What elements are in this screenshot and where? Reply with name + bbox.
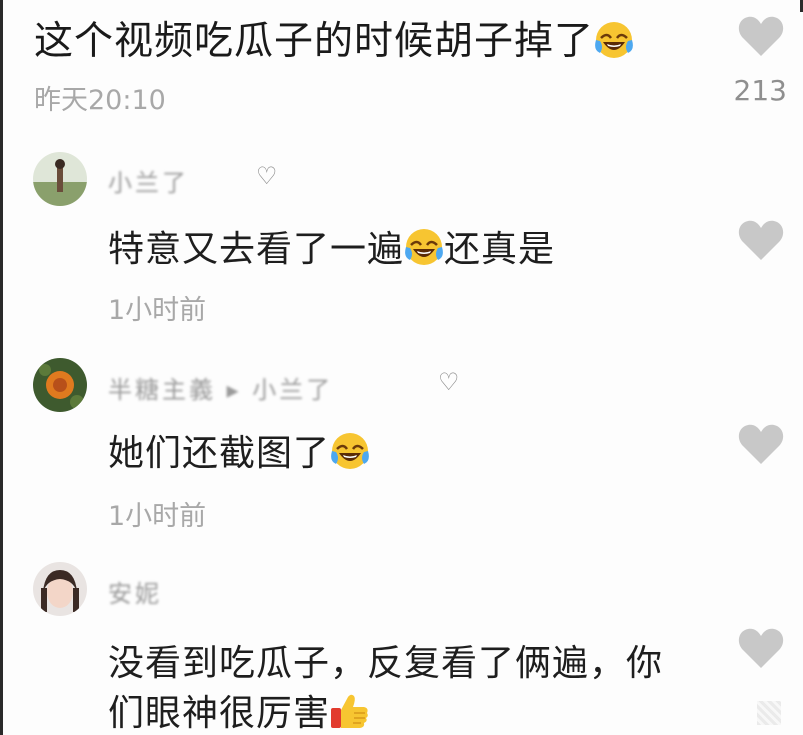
- main-comment-body: 这个视频吃瓜子的时候胡子掉了: [34, 19, 595, 64]
- like-heart-icon[interactable]: [737, 626, 785, 670]
- screenshot-border: [0, 0, 3, 735]
- reply-text: 特意又去看了一遍 还真是: [108, 220, 555, 272]
- reply-username[interactable]: 小兰了: [108, 163, 189, 198]
- main-comment-time: 昨天20:10: [34, 85, 166, 116]
- reply-text-body: 们眼神很厉害: [108, 693, 331, 734]
- reply-text: 她们还截图了: [108, 424, 370, 476]
- thumbs-up-emoji-icon: [330, 691, 370, 731]
- reply-username-suffix: ♡: [438, 368, 460, 396]
- reply-username-text: 半糖主義 ▸ 小兰了: [108, 376, 334, 404]
- avatar[interactable]: [33, 152, 87, 206]
- avatar[interactable]: [33, 562, 87, 616]
- reply-username-suffix: ♡: [256, 162, 278, 190]
- watermark-icon: [757, 701, 781, 725]
- like-heart-icon[interactable]: [737, 218, 785, 262]
- reply-text-line2: 们眼神很厉害: [108, 684, 370, 735]
- laugh-crying-emoji-icon: [404, 227, 444, 267]
- reply-username-text: 安妮: [108, 580, 162, 608]
- reply-username[interactable]: 半糖主義 ▸ 小兰了: [108, 370, 333, 405]
- reply-time: 1小时前: [108, 501, 207, 532]
- reply-username[interactable]: 安妮: [108, 574, 162, 609]
- reply-username-text: 小兰了: [108, 169, 189, 197]
- avatar[interactable]: [33, 358, 87, 412]
- like-heart-icon[interactable]: [737, 14, 785, 58]
- reply-text-before: 特意又去看了一遍: [108, 229, 405, 270]
- reply-text-after: 还真是: [444, 229, 556, 270]
- reply-text-line1: 没看到吃瓜子，反复看了俩遍，你: [108, 643, 664, 684]
- comment-thread: 这个视频吃瓜子的时候胡子掉了 昨天20:10 213 小兰了 ♡ 特意又去看了一…: [0, 0, 803, 735]
- laugh-crying-emoji-icon: [594, 20, 634, 60]
- laugh-crying-emoji-icon: [330, 431, 370, 471]
- like-heart-icon[interactable]: [737, 422, 785, 466]
- main-comment-text: 这个视频吃瓜子的时候胡子掉了: [34, 10, 634, 66]
- like-count: 213: [733, 74, 787, 107]
- reply-time: 1小时前: [108, 295, 207, 326]
- reply-text-before: 她们还截图了: [108, 433, 331, 474]
